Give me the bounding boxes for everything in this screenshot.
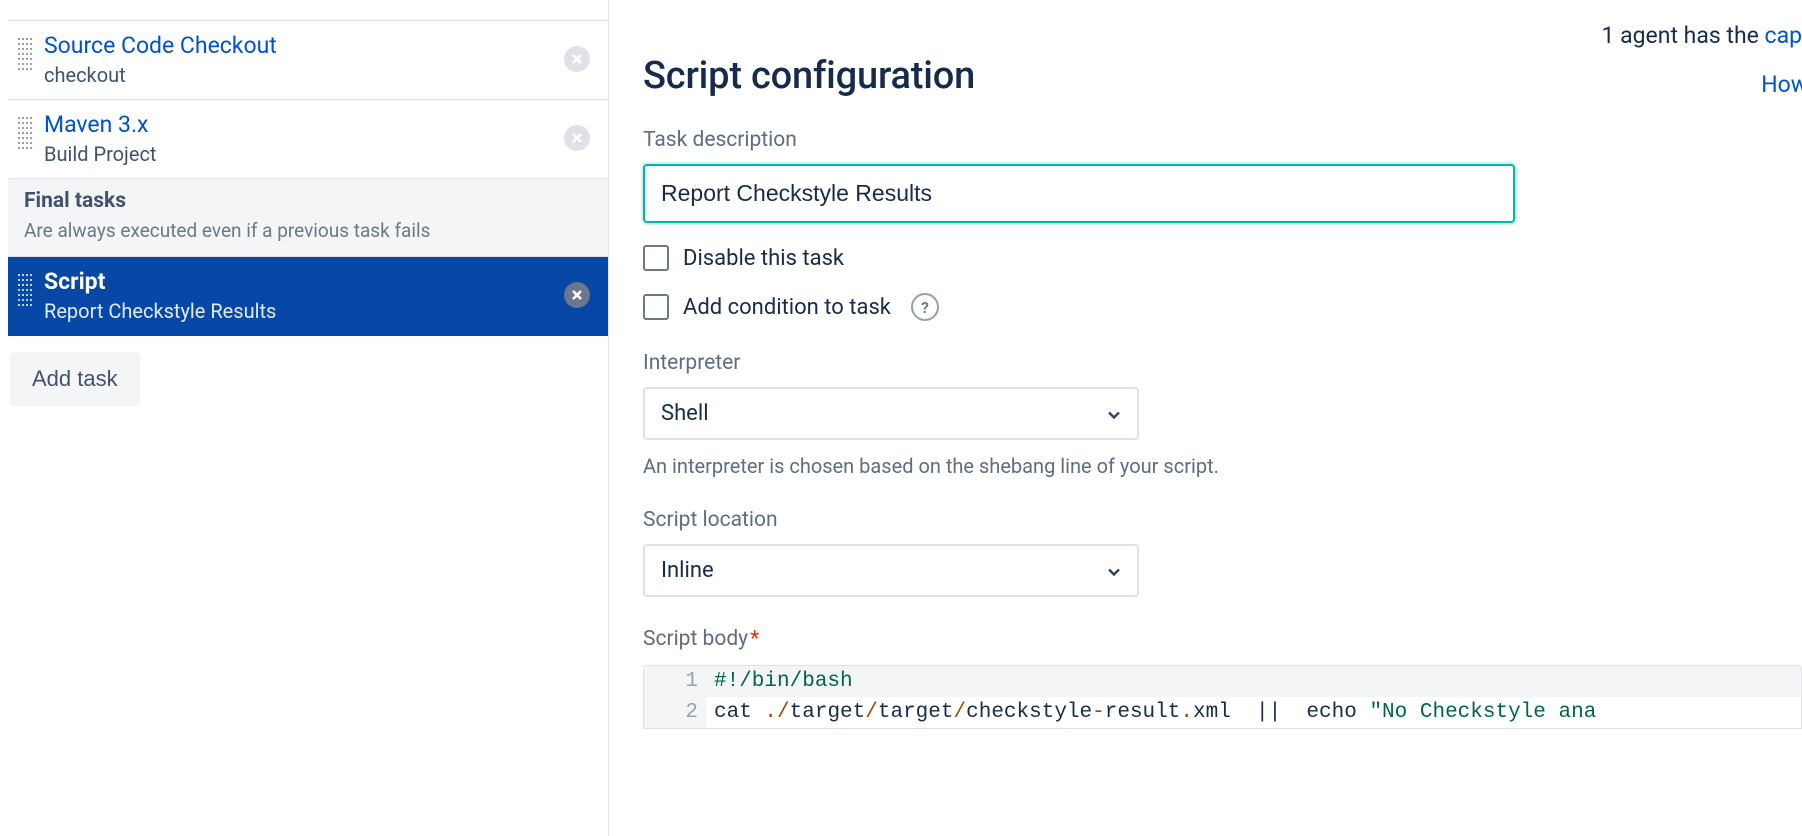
label-script-body: Script body*	[643, 627, 1802, 651]
code-line-1: #!/bin/bash	[714, 670, 853, 693]
task-text: Script Report Checkstyle Results	[44, 267, 556, 323]
required-asterisk: *	[750, 627, 759, 651]
task-title[interactable]: Maven 3.x	[44, 110, 556, 140]
task-text: Maven 3.x Build Project	[44, 110, 556, 166]
agent-capability-note: 1 agent has the cap	[1601, 22, 1802, 49]
line-number: 2	[644, 697, 706, 728]
final-tasks-header: Final tasks Are always executed even if …	[8, 179, 608, 257]
task-sidebar: Source Code Checkout checkout Maven 3.x …	[0, 0, 609, 836]
close-icon	[571, 53, 583, 65]
label-interpreter: Interpreter	[643, 351, 1802, 375]
script-location-value: Inline	[661, 558, 714, 583]
interpreter-hint: An interpreter is chosen based on the sh…	[643, 454, 1802, 478]
how-link[interactable]: How	[1761, 71, 1802, 98]
interpreter-select[interactable]: Shell	[643, 387, 1139, 440]
add-condition-label: Add condition to task	[683, 295, 891, 320]
agent-note-text: 1 agent has the	[1601, 22, 1764, 49]
final-tasks-title: Final tasks	[24, 189, 590, 213]
agent-capability-link[interactable]: cap	[1765, 22, 1802, 49]
drag-handle-icon[interactable]	[18, 267, 34, 313]
drag-handle-icon[interactable]	[18, 31, 34, 77]
task-list: Source Code Checkout checkout Maven 3.x …	[0, 20, 608, 336]
remove-task-button[interactable]	[564, 46, 590, 72]
disable-task-label: Disable this task	[683, 246, 844, 271]
task-subtitle: Report Checkstyle Results	[44, 299, 556, 323]
help-icon[interactable]: ?	[911, 293, 939, 321]
task-subtitle: Build Project	[44, 142, 556, 166]
task-item-source-checkout[interactable]: Source Code Checkout checkout	[8, 20, 608, 100]
final-tasks-subtitle: Are always executed even if a previous t…	[24, 219, 590, 242]
script-body-editor[interactable]: 1 #!/bin/bash 2 cat ./target/target/chec…	[643, 665, 1802, 729]
remove-task-button[interactable]	[564, 282, 590, 308]
drag-handle-icon[interactable]	[18, 110, 34, 156]
add-task-button[interactable]: Add task	[10, 352, 140, 406]
page-title: Script configuration	[643, 54, 975, 98]
code-line-2: cat ./target/target/checkstyle-result.xm…	[706, 697, 1801, 728]
label-task-description: Task description	[643, 128, 1802, 152]
task-subtitle: checkout	[44, 63, 556, 87]
task-title[interactable]: Source Code Checkout	[44, 31, 556, 61]
add-task-wrap: Add task	[0, 336, 608, 406]
task-item-script-selected[interactable]: Script Report Checkstyle Results	[8, 257, 608, 336]
label-script-location: Script location	[643, 508, 1802, 532]
remove-task-button[interactable]	[564, 125, 590, 151]
task-item-maven[interactable]: Maven 3.x Build Project	[8, 100, 608, 179]
task-title[interactable]: Script	[44, 267, 556, 297]
interpreter-value: Shell	[661, 401, 709, 426]
close-icon	[571, 132, 583, 144]
main-panel: 1 agent has the cap Script configuration…	[609, 0, 1802, 836]
add-condition-checkbox[interactable]	[643, 294, 669, 320]
task-text: Source Code Checkout checkout	[44, 31, 556, 87]
task-description-input[interactable]	[643, 164, 1515, 223]
script-location-select[interactable]: Inline	[643, 544, 1139, 597]
chevron-down-icon	[1105, 562, 1123, 580]
line-number: 1	[644, 666, 706, 697]
close-icon	[571, 289, 583, 301]
chevron-down-icon	[1105, 405, 1123, 423]
disable-task-checkbox[interactable]	[643, 245, 669, 271]
